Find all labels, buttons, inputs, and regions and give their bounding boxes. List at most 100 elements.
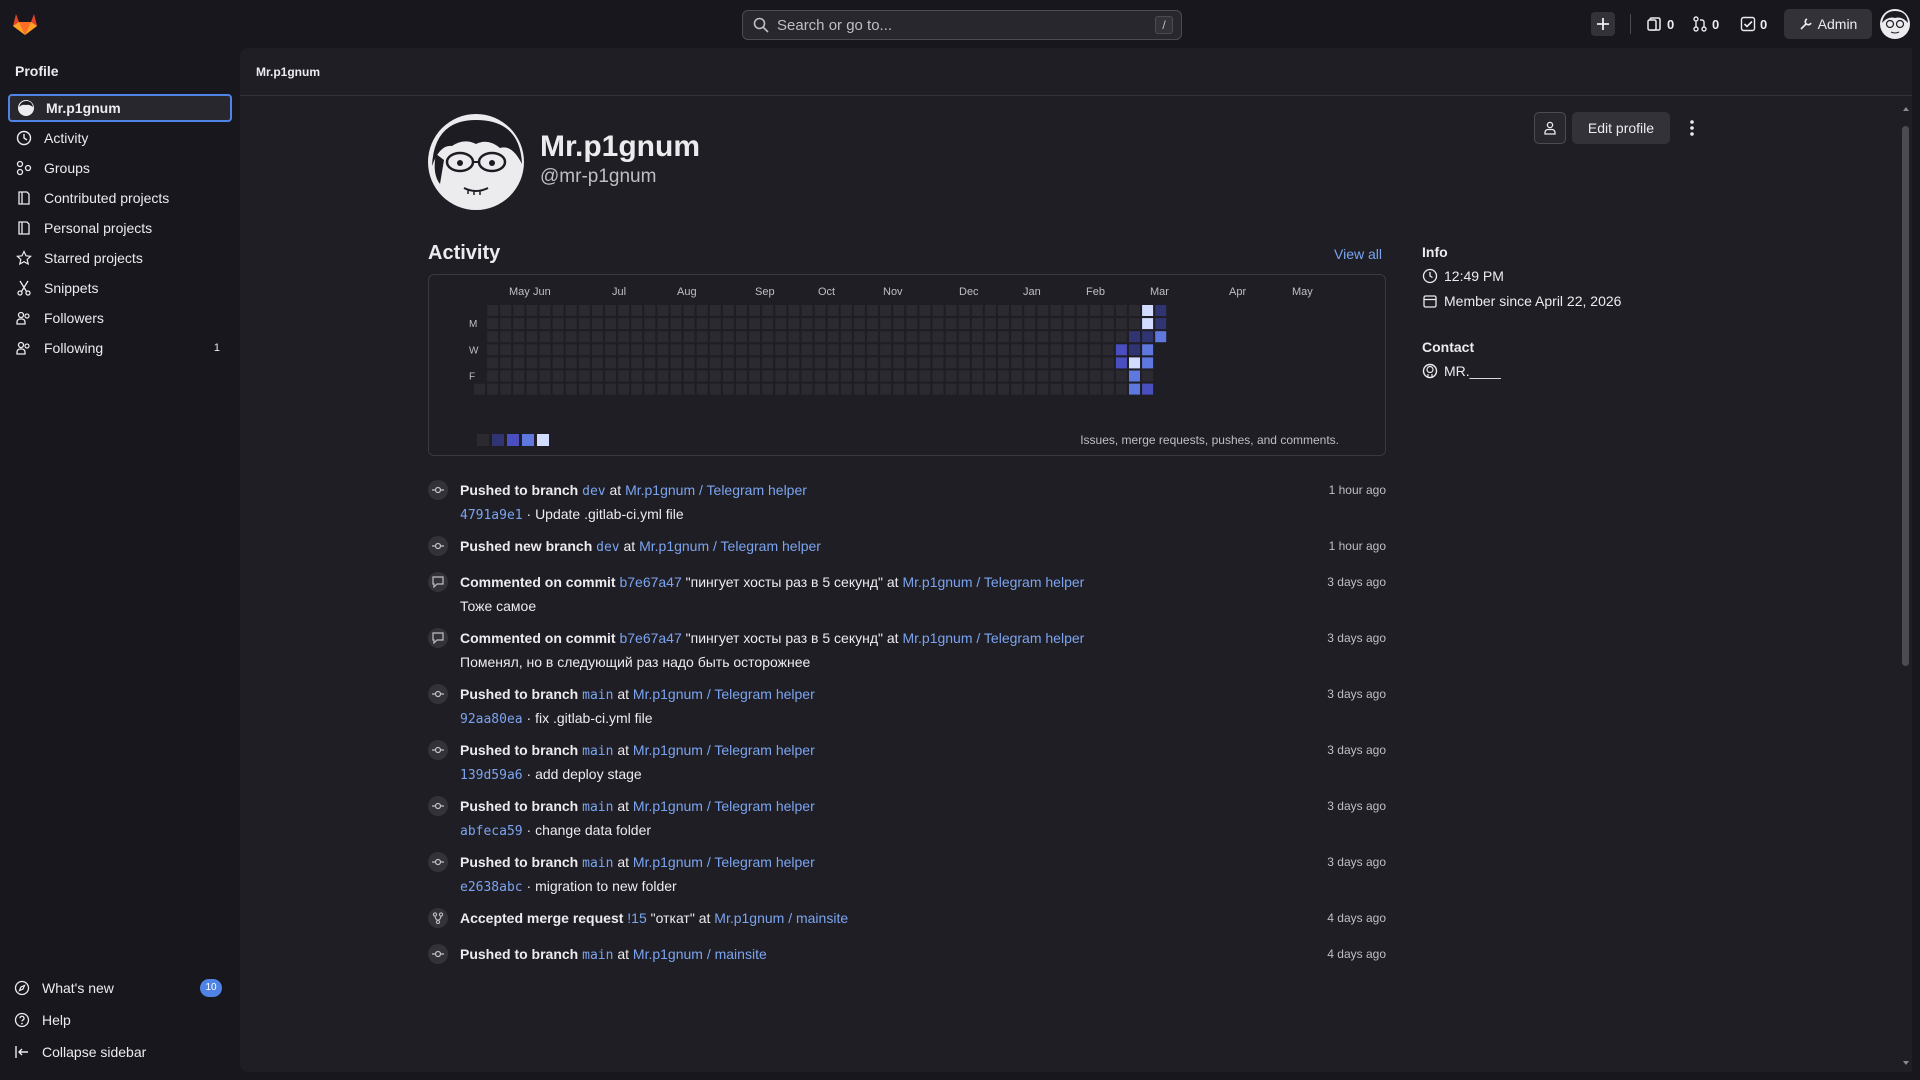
calendar-day-cell[interactable] — [618, 344, 630, 356]
calendar-day-cell[interactable] — [880, 344, 892, 356]
calendar-day-cell[interactable] — [1011, 331, 1023, 343]
search-input[interactable]: Search or go to... / — [742, 10, 1182, 40]
calendar-day-cell[interactable] — [880, 383, 892, 395]
calendar-day-cell[interactable] — [1102, 331, 1114, 343]
calendar-day-cell[interactable] — [1089, 383, 1101, 395]
event-project-link[interactable]: Mr.p1gnum / Telegram helper — [639, 538, 821, 554]
calendar-day-cell[interactable] — [1011, 344, 1023, 356]
calendar-day-cell[interactable] — [1076, 383, 1088, 395]
event-ref-link[interactable]: main — [582, 948, 613, 963]
calendar-day-cell[interactable] — [880, 331, 892, 343]
calendar-day-cell[interactable] — [736, 305, 747, 316]
calendar-day-cell[interactable] — [657, 370, 669, 382]
calendar-day-cell[interactable] — [762, 305, 774, 316]
calendar-day-cell[interactable] — [1024, 305, 1036, 316]
calendar-day-cell[interactable] — [998, 383, 1009, 395]
calendar-day-cell[interactable] — [1063, 357, 1075, 369]
calendar-day-cell[interactable] — [670, 357, 682, 369]
commit-sha-link[interactable]: 139d59a6 — [460, 768, 523, 783]
calendar-day-cell[interactable] — [722, 370, 734, 382]
calendar-day-cell[interactable] — [814, 305, 826, 316]
calendar-day-cell[interactable] — [552, 318, 564, 330]
calendar-day-cell[interactable] — [867, 383, 878, 395]
calendar-day-cell[interactable] — [1129, 357, 1140, 369]
collapse-sidebar-button[interactable]: Collapse sidebar — [8, 1038, 232, 1066]
calendar-day-cell[interactable] — [853, 305, 865, 316]
event-project-link[interactable]: Mr.p1gnum / Telegram helper — [633, 798, 815, 814]
calendar-day-cell[interactable] — [513, 331, 525, 343]
calendar-day-cell[interactable] — [565, 318, 577, 330]
calendar-day-cell[interactable] — [801, 383, 813, 395]
sidebar-item-groups[interactable]: Groups — [8, 154, 232, 182]
calendar-day-cell[interactable] — [631, 357, 643, 369]
calendar-day-cell[interactable] — [487, 331, 499, 343]
calendar-day-cell[interactable] — [500, 318, 512, 330]
calendar-day-cell[interactable] — [932, 331, 944, 343]
calendar-day-cell[interactable] — [998, 370, 1009, 382]
calendar-day-cell[interactable] — [971, 331, 983, 343]
calendar-day-cell[interactable] — [775, 318, 787, 330]
sidebar-item-contributed-projects[interactable]: Contributed projects — [8, 184, 232, 212]
calendar-day-cell[interactable] — [1089, 370, 1101, 382]
calendar-day-cell[interactable] — [1076, 305, 1088, 316]
calendar-day-cell[interactable] — [605, 383, 616, 395]
calendar-day-cell[interactable] — [618, 357, 630, 369]
calendar-day-cell[interactable] — [1142, 331, 1154, 343]
calendar-day-cell[interactable] — [1155, 305, 1167, 316]
calendar-day-cell[interactable] — [631, 331, 643, 343]
event-project-link[interactable]: Mr.p1gnum / Telegram helper — [625, 482, 807, 498]
calendar-day-cell[interactable] — [906, 305, 918, 316]
calendar-day-cell[interactable] — [984, 383, 996, 395]
calendar-day-cell[interactable] — [1089, 331, 1101, 343]
calendar-day-cell[interactable] — [722, 357, 734, 369]
calendar-day-cell[interactable] — [513, 305, 525, 316]
calendar-day-cell[interactable] — [814, 357, 826, 369]
merge-requests-button[interactable]: 0 — [1692, 12, 1719, 36]
calendar-day-cell[interactable] — [578, 383, 590, 395]
calendar-day-cell[interactable] — [487, 344, 499, 356]
calendar-day-cell[interactable] — [1089, 318, 1101, 330]
calendar-day-cell[interactable] — [591, 331, 603, 343]
calendar-day-cell[interactable] — [1115, 383, 1127, 395]
calendar-day-cell[interactable] — [919, 344, 931, 356]
create-new-button[interactable] — [1591, 12, 1615, 36]
calendar-day-cell[interactable] — [736, 370, 747, 382]
calendar-day-cell[interactable] — [1155, 331, 1167, 343]
calendar-day-cell[interactable] — [840, 305, 852, 316]
calendar-day-cell[interactable] — [984, 357, 996, 369]
calendar-day-cell[interactable] — [736, 383, 747, 395]
calendar-day-cell[interactable] — [827, 344, 839, 356]
commit-sha-link[interactable]: 92aa80ea — [460, 712, 523, 727]
calendar-day-cell[interactable] — [500, 357, 512, 369]
calendar-day-cell[interactable] — [644, 344, 656, 356]
calendar-day-cell[interactable] — [971, 383, 983, 395]
calendar-day-cell[interactable] — [565, 370, 577, 382]
calendar-day-cell[interactable] — [1142, 383, 1154, 395]
calendar-day-cell[interactable] — [1076, 370, 1088, 382]
calendar-day-cell[interactable] — [670, 331, 682, 343]
calendar-day-cell[interactable] — [1011, 383, 1023, 395]
sidebar-item-following[interactable]: Following 1 — [8, 334, 232, 362]
calendar-day-cell[interactable] — [775, 305, 787, 316]
calendar-day-cell[interactable] — [1102, 305, 1114, 316]
calendar-day-cell[interactable] — [853, 357, 865, 369]
event-project-link[interactable]: Mr.p1gnum / Telegram helper — [633, 854, 815, 870]
calendar-day-cell[interactable] — [998, 331, 1009, 343]
event-ref-link[interactable]: main — [582, 688, 613, 703]
event-project-link[interactable]: Mr.p1gnum / Telegram helper — [902, 630, 1084, 646]
calendar-day-cell[interactable] — [801, 305, 813, 316]
calendar-day-cell[interactable] — [657, 305, 669, 316]
calendar-day-cell[interactable] — [683, 318, 695, 330]
calendar-day-cell[interactable] — [487, 305, 499, 316]
calendar-day-cell[interactable] — [1102, 344, 1114, 356]
calendar-day-cell[interactable] — [867, 331, 878, 343]
calendar-day-cell[interactable] — [722, 331, 734, 343]
whats-new-button[interactable]: What's new 10 — [8, 974, 232, 1002]
calendar-day-cell[interactable] — [880, 305, 892, 316]
calendar-day-cell[interactable] — [853, 370, 865, 382]
calendar-day-cell[interactable] — [736, 344, 747, 356]
calendar-day-cell[interactable] — [1037, 383, 1049, 395]
calendar-day-cell[interactable] — [945, 344, 957, 356]
event-project-link[interactable]: Mr.p1gnum / Telegram helper — [633, 742, 815, 758]
calendar-day-cell[interactable] — [605, 357, 616, 369]
